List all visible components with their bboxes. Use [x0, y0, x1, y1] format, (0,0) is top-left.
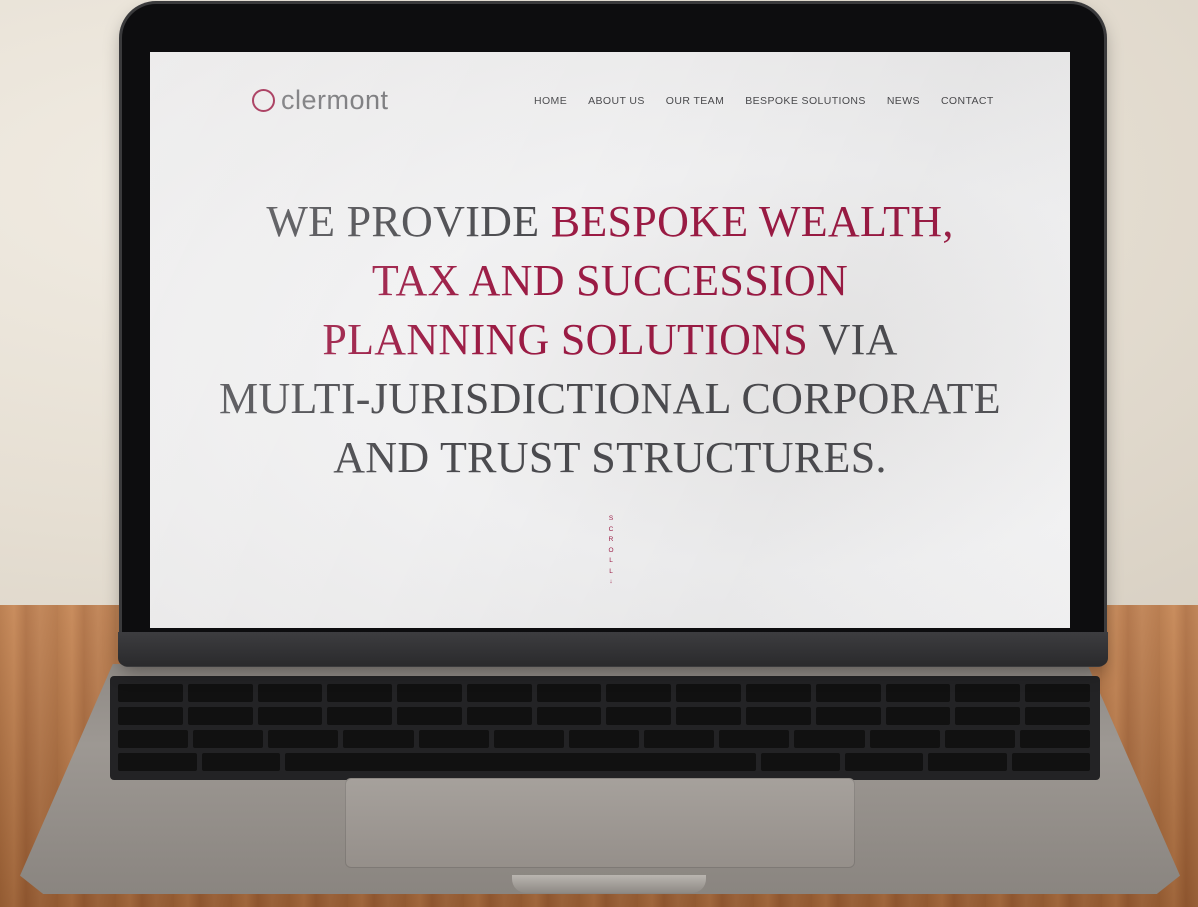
key-row: [118, 684, 1090, 702]
nav-news[interactable]: NEWS: [887, 95, 920, 107]
nav-about-us[interactable]: ABOUT US: [588, 95, 645, 107]
scroll-letter: L: [609, 567, 613, 575]
hero-text: WE PROVIDE: [266, 197, 551, 246]
hero-line-1: WE PROVIDE BESPOKE WEALTH,: [150, 192, 1070, 251]
hero-accent-text: BESPOKE WEALTH,: [550, 197, 954, 246]
laptop-screen: clermont HOME ABOUT US OUR TEAM BESPOKE …: [150, 52, 1070, 628]
hero-headline: WE PROVIDE BESPOKE WEALTH, TAX AND SUCCE…: [150, 192, 1070, 487]
nav-bespoke-solutions[interactable]: BESPOKE SOLUTIONS: [745, 95, 866, 107]
key-row: [118, 707, 1090, 725]
hero-text: VIA: [808, 315, 898, 364]
scroll-letter: L: [609, 557, 613, 564]
scroll-letter: R: [608, 536, 614, 543]
hero-line-5: AND TRUST STRUCTURES.: [333, 433, 887, 482]
hero-accent-text: PLANNING SOLUTIONS: [322, 315, 809, 364]
site-header: clermont HOME ABOUT US OUR TEAM BESPOKE …: [150, 52, 1070, 152]
scroll-letter: S: [608, 515, 614, 522]
hero-line-3: PLANNING SOLUTIONS VIA: [150, 310, 1070, 369]
hero-line-4: MULTI-JURISDICTIONAL CORPORATE: [219, 374, 1001, 423]
scroll-indicator[interactable]: S C R O L L ↓: [605, 514, 617, 588]
arrow-down-icon: ↓: [609, 578, 613, 585]
key-row: [118, 753, 1090, 771]
scroll-letter: C: [608, 525, 614, 533]
key-row: [118, 730, 1091, 748]
nav-contact[interactable]: CONTACT: [941, 95, 994, 107]
site-logo[interactable]: clermont: [252, 85, 389, 116]
scroll-letter: O: [608, 546, 614, 554]
nav-home[interactable]: HOME: [534, 95, 567, 107]
hero-line-2: TAX AND SUCCESSION: [371, 256, 849, 305]
nav-our-team[interactable]: OUR TEAM: [666, 95, 724, 107]
trackpad: [345, 778, 855, 868]
main-nav: HOME ABOUT US OUR TEAM BESPOKE SOLUTIONS…: [534, 95, 994, 107]
circle-ring-icon: [252, 89, 275, 112]
lid-notch: [512, 875, 706, 893]
screen-chin: [118, 632, 1108, 666]
logo-text: clermont: [281, 85, 389, 115]
